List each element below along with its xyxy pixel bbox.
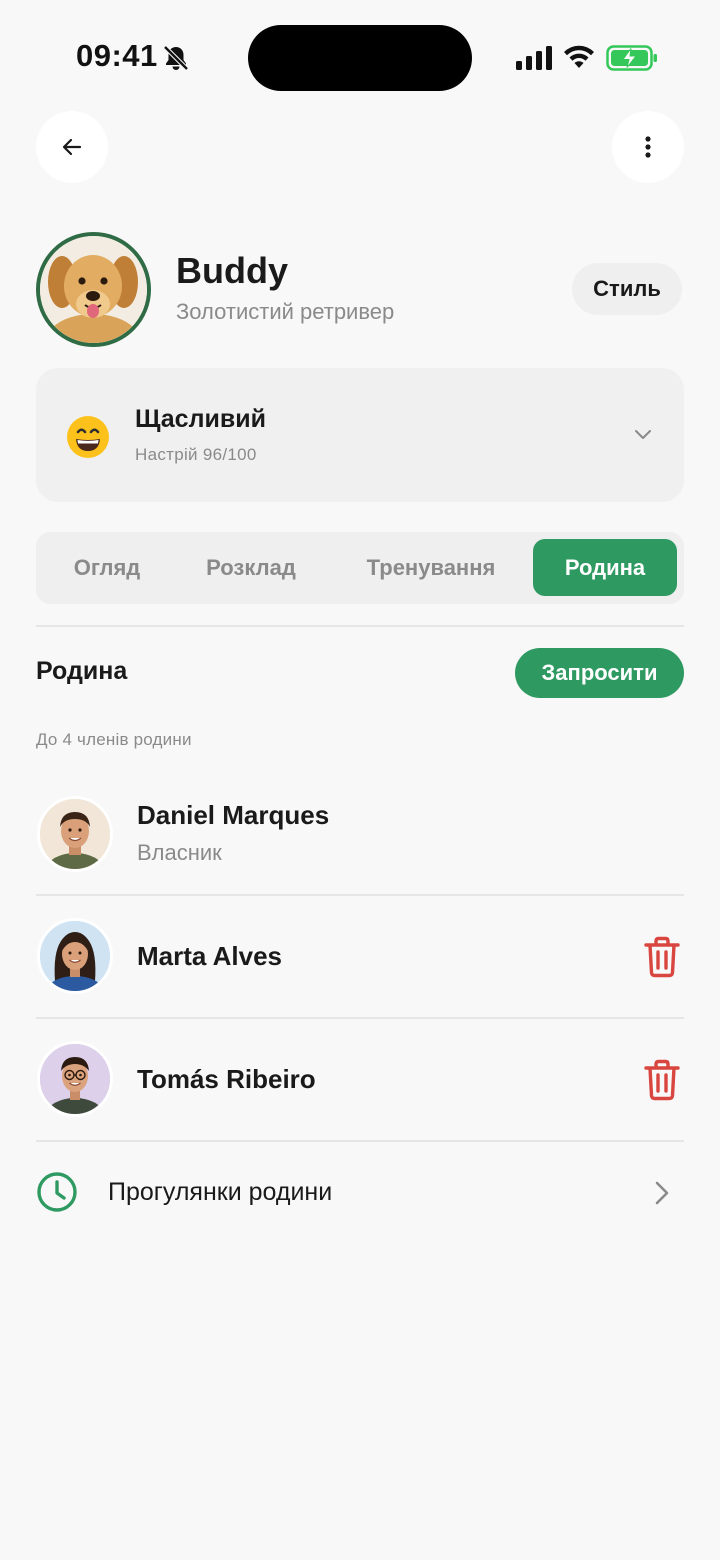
member-photo bbox=[40, 1044, 110, 1114]
battery-charging-icon bbox=[606, 45, 657, 71]
arrow-left-icon bbox=[62, 138, 82, 156]
member-avatar bbox=[37, 1041, 113, 1117]
tab-overview[interactable]: Огляд bbox=[52, 532, 162, 604]
dog-photo bbox=[40, 236, 147, 343]
mood-score: Настрій 96/100 bbox=[135, 445, 257, 464]
member-name: Marta Alves bbox=[137, 941, 282, 971]
grinning-face-icon bbox=[67, 416, 109, 458]
back-button[interactable] bbox=[36, 111, 108, 183]
member-role: Власник bbox=[137, 840, 222, 865]
divider bbox=[36, 625, 684, 627]
chevron-right-icon[interactable] bbox=[654, 1180, 670, 1206]
chevron-down-icon[interactable] bbox=[633, 427, 653, 441]
divider bbox=[36, 1017, 684, 1019]
member-name: Daniel Marques bbox=[137, 800, 330, 830]
clock-icon bbox=[37, 1172, 77, 1212]
member-photo bbox=[40, 799, 110, 869]
invite-button[interactable]: Запросити bbox=[515, 648, 684, 698]
member-avatar bbox=[37, 796, 113, 872]
trash-icon[interactable] bbox=[643, 936, 681, 978]
trash-icon[interactable] bbox=[643, 1059, 681, 1101]
more-options-button[interactable] bbox=[612, 111, 684, 183]
pet-name: Buddy bbox=[176, 250, 288, 291]
bell-muted-icon bbox=[163, 45, 189, 71]
dynamic-island bbox=[248, 25, 472, 91]
status-time: 09:41 bbox=[76, 38, 158, 73]
family-walks-link[interactable]: Прогулянки родини bbox=[108, 1178, 332, 1207]
more-vertical-icon bbox=[645, 136, 651, 158]
pet-avatar[interactable] bbox=[36, 232, 151, 347]
tab-family[interactable]: Родина bbox=[533, 539, 677, 596]
pet-breed: Золотистий ретривер bbox=[176, 299, 395, 324]
divider bbox=[36, 1140, 684, 1142]
wifi-icon bbox=[564, 45, 594, 68]
tab-training[interactable]: Тренування bbox=[350, 532, 512, 604]
family-limit-note: До 4 членів родини bbox=[36, 730, 192, 749]
mood-title: Щасливий bbox=[135, 405, 266, 433]
member-avatar bbox=[37, 918, 113, 994]
family-section-title: Родина bbox=[36, 657, 128, 685]
mood-card[interactable] bbox=[36, 368, 684, 502]
member-photo bbox=[40, 921, 110, 991]
member-name: Tomás Ribeiro bbox=[137, 1064, 316, 1094]
style-button[interactable]: Стиль bbox=[572, 263, 682, 315]
divider bbox=[36, 894, 684, 896]
tab-schedule[interactable]: Розклад bbox=[190, 532, 312, 604]
cellular-signal-icon bbox=[516, 46, 552, 70]
